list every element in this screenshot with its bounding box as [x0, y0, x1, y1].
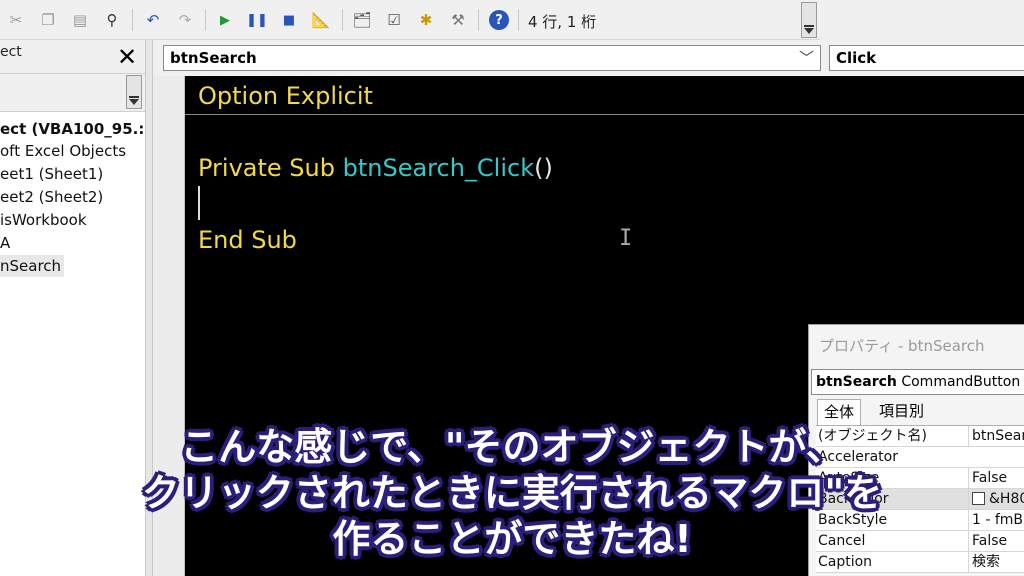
- toolbox-icon[interactable]: ⚒: [448, 10, 468, 30]
- sub-parentheses: (): [534, 154, 553, 182]
- toolbar-separator: [478, 9, 479, 31]
- close-icon[interactable]: ✕: [114, 44, 140, 70]
- project-toolbar-options-button[interactable]: [126, 75, 142, 109]
- object-browser-icon[interactable]: ✱: [416, 10, 436, 30]
- help-icon[interactable]: ?: [489, 10, 509, 30]
- properties-object-type: CommandButton: [896, 374, 1021, 390]
- subtitle-line-1: こんな感じで、"そのオブジェクトが、: [179, 424, 845, 470]
- standard-toolbar: ✂ ❐ ▤ ⚲ ↶ ↷ ▶ ❚❚ ■ 📐 🗂 ☑ ✱ ⚒ ? 4 行, 1 桁: [0, 0, 820, 40]
- subtitle-line-2: クリックされたときに実行されるマクロ"を: [141, 470, 883, 516]
- properties-window-title: プロパティ - btnSearch: [819, 337, 985, 355]
- reset-icon[interactable]: ■: [279, 10, 299, 30]
- cursor-position-status: 4 行, 1 桁: [528, 13, 597, 31]
- tree-item-excel-objects[interactable]: oft Excel Objects: [0, 140, 126, 162]
- sub-keyword: Private Sub: [198, 154, 343, 182]
- toolbar-separator: [342, 9, 343, 31]
- break-icon[interactable]: ❚❚: [246, 10, 268, 30]
- paste-icon[interactable]: ▤: [70, 10, 90, 30]
- redo-icon[interactable]: ↷: [175, 10, 195, 30]
- text-caret: [198, 186, 200, 220]
- properties-object-name: btnSearch: [816, 374, 897, 390]
- procedure-dropdown[interactable]: Click: [829, 45, 1024, 71]
- tab-categorized[interactable]: 項目別: [873, 399, 930, 425]
- project-explorer-header: ect ✕: [0, 40, 145, 74]
- object-dropdown[interactable]: btnSearch ﹀: [163, 45, 821, 71]
- properties-object-dropdown[interactable]: btnSearch CommandButton: [811, 369, 1024, 395]
- subtitle-line-3: 作ることができたね!: [331, 516, 692, 562]
- properties-window-icon[interactable]: ☑: [384, 10, 404, 30]
- project-explorer-icon[interactable]: 🗂: [352, 10, 372, 30]
- project-explorer-toolbar: [0, 74, 145, 112]
- cut-icon[interactable]: ✂: [6, 10, 26, 30]
- code-line-end-sub: End Sub: [198, 226, 297, 254]
- project-explorer-title: ect: [0, 44, 22, 60]
- object-dropdown-value: btnSearch: [170, 49, 257, 67]
- procedure-dropdown-value: Click: [836, 49, 877, 67]
- video-subtitle: こんな感じで、"そのオブジェクトが、 クリックされたときに実行されるマクロ"を …: [0, 424, 1024, 562]
- toolbar-separator: [132, 9, 133, 31]
- design-mode-icon[interactable]: 📐: [311, 10, 331, 30]
- run-icon[interactable]: ▶: [215, 10, 235, 30]
- tree-item-sheet2[interactable]: eet2 (Sheet2): [0, 186, 103, 208]
- chevron-down-icon[interactable]: ﹀: [799, 46, 814, 70]
- undo-icon[interactable]: ↶: [143, 10, 163, 30]
- properties-tabs: 全体 項目別: [811, 399, 1024, 425]
- tree-item-project[interactable]: ect (VBA100_95.:: [0, 118, 144, 140]
- copy-icon[interactable]: ❐: [38, 10, 58, 30]
- find-icon[interactable]: ⚲: [102, 10, 122, 30]
- toolbar-options-button[interactable]: [801, 2, 817, 38]
- toolbar-separator: [518, 9, 519, 31]
- tree-item-forms[interactable]: A: [0, 232, 10, 254]
- code-line-option-explicit: Option Explicit: [198, 82, 373, 110]
- tree-item-thisworkbook[interactable]: isWorkbook: [0, 209, 87, 231]
- ibeam-cursor-icon: I: [619, 226, 633, 251]
- tree-item-sheet1[interactable]: eet1 (Sheet1): [0, 163, 103, 185]
- sub-name: btnSearch_Click: [342, 154, 535, 182]
- tab-alphabetic[interactable]: 全体: [817, 399, 862, 425]
- code-line-sub-declaration: Private Sub btnSearch_Click(): [198, 154, 553, 182]
- procedure-separator: [185, 114, 1024, 115]
- tree-item-btnsearch[interactable]: nSearch: [0, 255, 65, 277]
- toolbar-separator: [205, 9, 206, 31]
